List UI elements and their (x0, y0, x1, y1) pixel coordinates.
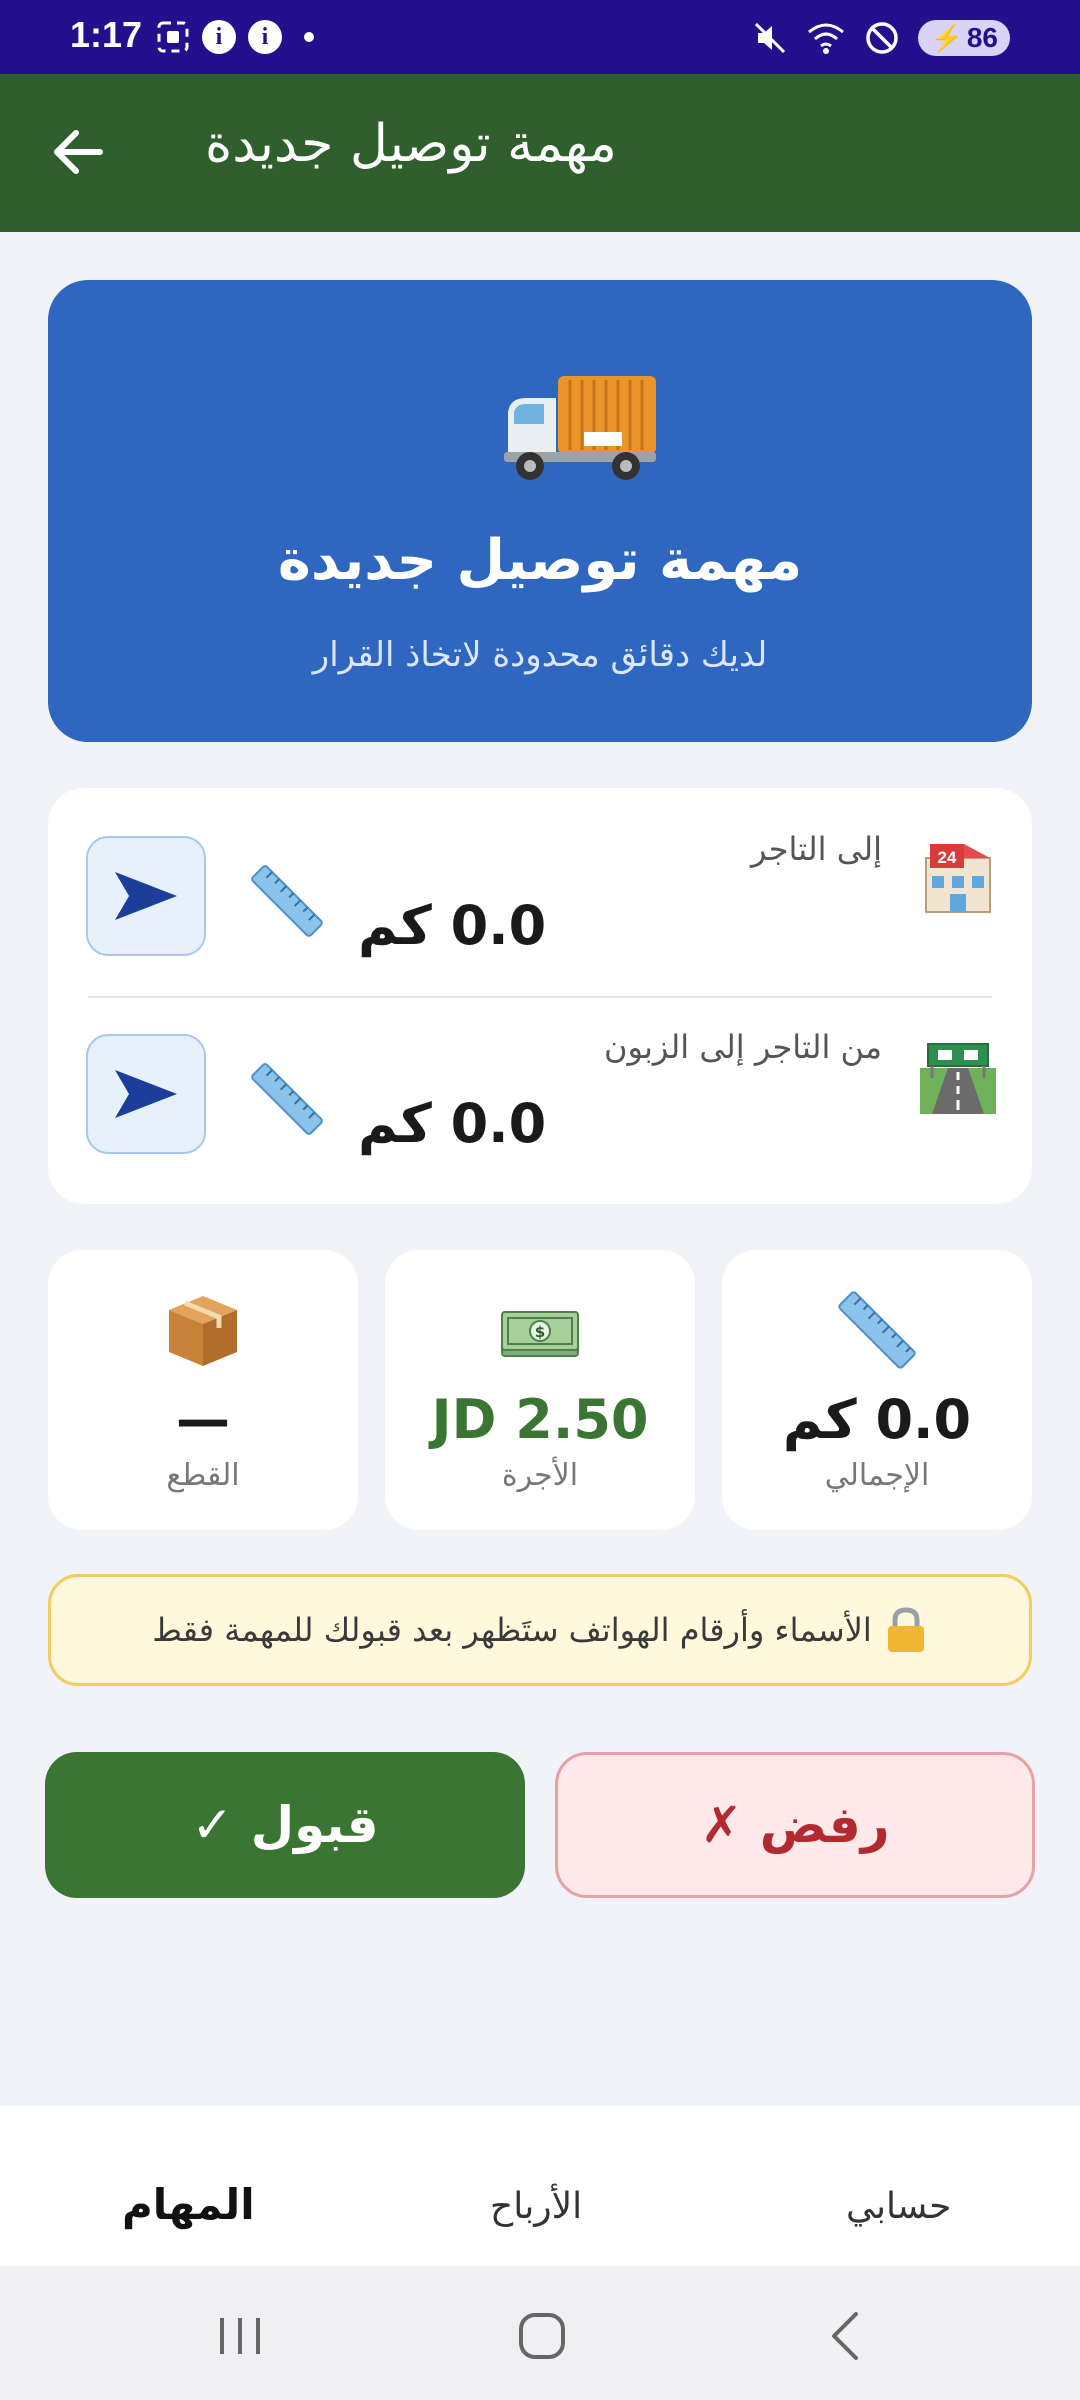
app-bar: مهمة توصيل جديدة (0, 74, 1080, 232)
navigate-to-merchant-button[interactable] (86, 836, 206, 956)
ruler-icon (251, 1063, 323, 1135)
svg-text:$: $ (535, 1323, 545, 1341)
distance-row-to-customer: 0.0 كم من التاجر إلى الزبون (48, 996, 1032, 1196)
recent-apps-icon[interactable] (210, 2308, 270, 2364)
stat-pieces: — القطع (48, 1250, 358, 1530)
lock-icon (887, 1607, 924, 1652)
stat-total-distance: 0.0 كم الإجمالي (722, 1250, 1032, 1530)
tab-earnings[interactable]: الأرباح (490, 2186, 582, 2227)
distance-value: 0.0 كم (358, 894, 547, 957)
dot-icon (304, 32, 314, 42)
stat-value: — (176, 1388, 230, 1451)
status-bar: 1:17 i i ⚡ 86 (0, 0, 1080, 74)
status-icons-right: ⚡ 86 (752, 20, 1010, 56)
highway-icon (920, 1043, 996, 1114)
stat-label: الأجرة (501, 1458, 579, 1493)
delivery-truck-icon (504, 376, 656, 480)
svg-text:24: 24 (938, 848, 957, 867)
stat-value: 2.50 JD (431, 1388, 649, 1451)
battery-level: 86 (966, 22, 998, 53)
reject-button[interactable]: رفض ✗ (555, 1752, 1035, 1898)
app-title: مهمة توصيل جديدة (205, 114, 617, 174)
stat-label: القطع (166, 1458, 240, 1493)
stat-value: 0.0 كم (782, 1388, 972, 1451)
hero-title: مهمة توصيل جديدة (277, 528, 803, 593)
stat-label: الإجمالي (824, 1458, 930, 1493)
navigate-arrow-icon (115, 872, 177, 920)
package-icon (169, 1296, 237, 1366)
status-time: 1:17 (70, 14, 143, 55)
notice-text: الأسماء وأرقام الهواتف ستَظهر بعد قبولك … (152, 1611, 872, 1649)
tab-tasks[interactable]: المهام (122, 2180, 255, 2229)
navigate-arrow-icon (115, 1070, 177, 1118)
store-24-icon: 24 (925, 844, 991, 913)
mute-icon (755, 22, 786, 54)
distance-label: من التاجر إلى الزبون (603, 1028, 882, 1066)
battery-charging-icon: ⚡ 86 (918, 20, 1010, 56)
no-disturb-icon (866, 22, 899, 54)
distance-value: 0.0 كم (358, 1092, 547, 1155)
navigate-to-customer-button[interactable] (86, 1034, 206, 1154)
distance-row-to-merchant: 0.0 كم إلى التاجر 24 (48, 788, 1032, 988)
home-icon[interactable] (512, 2308, 572, 2364)
back-icon[interactable] (818, 2308, 878, 2364)
status-icons-left: i i (156, 20, 314, 54)
wifi-icon (808, 23, 845, 54)
ruler-icon (251, 865, 323, 937)
money-icon: $ (501, 1311, 579, 1357)
screenshot-icon (157, 21, 189, 53)
bottom-tab-bar: المهام الأرباح حسابي (0, 2106, 1080, 2266)
new-task-banner: مهمة توصيل جديدة لديك دقائق محدودة لاتخا… (48, 280, 1032, 742)
stat-fee: $ 2.50 JD الأجرة (385, 1250, 695, 1530)
ruler-icon (838, 1291, 916, 1369)
distances-card: 0.0 كم إلى التاجر 24 0.0 كم من التاجر إل… (48, 788, 1032, 1204)
system-nav-bar (0, 2266, 1080, 2400)
accept-button[interactable]: قبول ✓ (45, 1752, 525, 1898)
tab-account[interactable]: حسابي (846, 2186, 951, 2227)
arrow-left-icon[interactable] (48, 122, 108, 182)
distance-label: إلى التاجر (751, 830, 882, 868)
info-icon: i (202, 20, 236, 54)
info-icon: i (248, 20, 282, 54)
hero-subtitle: لديك دقائق محدودة لاتخاذ القرار (312, 635, 768, 675)
privacy-notice: الأسماء وأرقام الهواتف ستَظهر بعد قبولك … (48, 1574, 1032, 1686)
